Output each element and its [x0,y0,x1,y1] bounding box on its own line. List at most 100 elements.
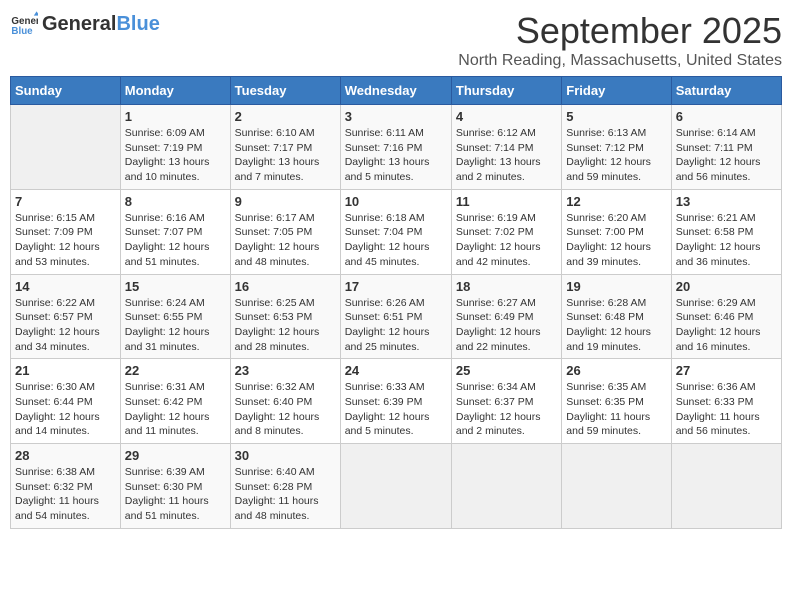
day-info: Sunrise: 6:20 AM Sunset: 7:00 PM Dayligh… [566,211,666,270]
day-info: Sunrise: 6:19 AM Sunset: 7:02 PM Dayligh… [456,211,557,270]
calendar-body: 1 Sunrise: 6:09 AM Sunset: 7:19 PM Daylig… [11,105,782,529]
title-block: September 2025 North Reading, Massachuse… [458,10,782,70]
svg-text:Blue: Blue [11,26,33,37]
day-number: 24 [345,363,447,378]
day-info: Sunrise: 6:22 AM Sunset: 6:57 PM Dayligh… [15,296,116,355]
day-info: Sunrise: 6:09 AM Sunset: 7:19 PM Dayligh… [125,126,226,185]
day-number: 19 [566,279,666,294]
day-info: Sunrise: 6:17 AM Sunset: 7:05 PM Dayligh… [235,211,336,270]
day-info: Sunrise: 6:15 AM Sunset: 7:09 PM Dayligh… [15,211,116,270]
calendar-cell: 29Sunrise: 6:39 AM Sunset: 6:30 PM Dayli… [120,444,230,529]
calendar-cell: 28Sunrise: 6:38 AM Sunset: 6:32 PM Dayli… [11,444,121,529]
logo: General Blue GeneralBlue [10,10,160,38]
day-number: 12 [566,194,666,209]
weekday-header: Wednesday [340,77,451,105]
calendar-cell: 22Sunrise: 6:31 AM Sunset: 6:42 PM Dayli… [120,359,230,444]
day-info: Sunrise: 6:25 AM Sunset: 6:53 PM Dayligh… [235,296,336,355]
calendar-cell: 3Sunrise: 6:11 AM Sunset: 7:16 PM Daylig… [340,105,451,190]
day-number: 29 [125,448,226,463]
calendar-table: SundayMondayTuesdayWednesdayThursdayFrid… [10,76,782,529]
day-number: 11 [456,194,557,209]
day-info: Sunrise: 6:32 AM Sunset: 6:40 PM Dayligh… [235,380,336,439]
day-number: 10 [345,194,447,209]
calendar-cell: 25 Sunrise: 6:34 AM Sunset: 6:37 PM Dayli… [451,359,561,444]
calendar-cell: 12 Sunrise: 6:20 AM Sunset: 7:00 PM Dayli… [562,189,671,274]
day-number: 6 [676,109,777,124]
calendar-cell: 11 Sunrise: 6:19 AM Sunset: 7:02 PM Dayli… [451,189,561,274]
calendar-cell: 23 Sunrise: 6:32 AM Sunset: 6:40 PM Dayli… [230,359,340,444]
day-info: Sunrise: 6:28 AM Sunset: 6:48 PM Dayligh… [566,296,666,355]
day-number: 2 [235,109,336,124]
day-number: 14 [15,279,116,294]
calendar-header: SundayMondayTuesdayWednesdayThursdayFrid… [11,77,782,105]
day-info: Sunrise: 6:36 AM Sunset: 6:33 PM Dayligh… [676,380,777,439]
weekday-row: SundayMondayTuesdayWednesdayThursdayFrid… [11,77,782,105]
weekday-header: Thursday [451,77,561,105]
day-info: Sunrise: 6:18 AM Sunset: 7:04 PM Dayligh… [345,211,447,270]
calendar-cell: 16Sunrise: 6:25 AM Sunset: 6:53 PM Dayli… [230,274,340,359]
day-number: 21 [15,363,116,378]
day-number: 1 [125,109,226,124]
day-info: Sunrise: 6:16 AM Sunset: 7:07 PM Dayligh… [125,211,226,270]
calendar-cell: 18Sunrise: 6:27 AM Sunset: 6:49 PM Dayli… [451,274,561,359]
weekday-header: Saturday [671,77,781,105]
calendar-cell [451,444,561,529]
day-info: Sunrise: 6:14 AM Sunset: 7:11 PM Dayligh… [676,126,777,185]
day-info: Sunrise: 6:10 AM Sunset: 7:17 PM Dayligh… [235,126,336,185]
calendar-cell: 5 Sunrise: 6:13 AM Sunset: 7:12 PM Daylig… [562,105,671,190]
calendar-cell: 1 Sunrise: 6:09 AM Sunset: 7:19 PM Daylig… [120,105,230,190]
location-title: North Reading, Massachusetts, United Sta… [458,52,782,70]
calendar-cell: 19 Sunrise: 6:28 AM Sunset: 6:48 PM Dayli… [562,274,671,359]
calendar-week-row: 28Sunrise: 6:38 AM Sunset: 6:32 PM Dayli… [11,444,782,529]
calendar-cell [11,105,121,190]
calendar-cell [340,444,451,529]
day-number: 3 [345,109,447,124]
calendar-cell: 13 Sunrise: 6:21 AM Sunset: 6:58 PM Dayli… [671,189,781,274]
calendar-cell: 21 Sunrise: 6:30 AM Sunset: 6:44 PM Dayli… [11,359,121,444]
calendar-cell: 4Sunrise: 6:12 AM Sunset: 7:14 PM Daylig… [451,105,561,190]
day-info: Sunrise: 6:13 AM Sunset: 7:12 PM Dayligh… [566,126,666,185]
day-number: 23 [235,363,336,378]
weekday-header: Friday [562,77,671,105]
calendar-cell: 8 Sunrise: 6:16 AM Sunset: 7:07 PM Daylig… [120,189,230,274]
day-info: Sunrise: 6:21 AM Sunset: 6:58 PM Dayligh… [676,211,777,270]
calendar-cell: 2 Sunrise: 6:10 AM Sunset: 7:17 PM Daylig… [230,105,340,190]
logo-icon: General Blue [10,10,38,38]
calendar-cell: 17 Sunrise: 6:26 AM Sunset: 6:51 PM Dayli… [340,274,451,359]
day-info: Sunrise: 6:30 AM Sunset: 6:44 PM Dayligh… [15,380,116,439]
day-info: Sunrise: 6:40 AM Sunset: 6:28 PM Dayligh… [235,465,336,524]
calendar-cell: 9Sunrise: 6:17 AM Sunset: 7:05 PM Daylig… [230,189,340,274]
day-number: 25 [456,363,557,378]
calendar-cell: 6 Sunrise: 6:14 AM Sunset: 7:11 PM Daylig… [671,105,781,190]
month-title: September 2025 [458,10,782,52]
day-number: 22 [125,363,226,378]
calendar-cell: 10 Sunrise: 6:18 AM Sunset: 7:04 PM Dayli… [340,189,451,274]
day-info: Sunrise: 6:33 AM Sunset: 6:39 PM Dayligh… [345,380,447,439]
day-number: 17 [345,279,447,294]
day-info: Sunrise: 6:26 AM Sunset: 6:51 PM Dayligh… [345,296,447,355]
calendar-cell: 27 Sunrise: 6:36 AM Sunset: 6:33 PM Dayli… [671,359,781,444]
weekday-header: Monday [120,77,230,105]
calendar-week-row: 7 Sunrise: 6:15 AM Sunset: 7:09 PM Daylig… [11,189,782,274]
day-number: 5 [566,109,666,124]
day-number: 28 [15,448,116,463]
calendar-cell: 15Sunrise: 6:24 AM Sunset: 6:55 PM Dayli… [120,274,230,359]
calendar-cell: 30Sunrise: 6:40 AM Sunset: 6:28 PM Dayli… [230,444,340,529]
day-number: 20 [676,279,777,294]
day-number: 27 [676,363,777,378]
calendar-week-row: 1 Sunrise: 6:09 AM Sunset: 7:19 PM Daylig… [11,105,782,190]
day-number: 8 [125,194,226,209]
calendar-cell: 7 Sunrise: 6:15 AM Sunset: 7:09 PM Daylig… [11,189,121,274]
calendar-week-row: 21 Sunrise: 6:30 AM Sunset: 6:44 PM Dayli… [11,359,782,444]
day-number: 13 [676,194,777,209]
day-number: 15 [125,279,226,294]
weekday-header: Tuesday [230,77,340,105]
day-number: 7 [15,194,116,209]
day-number: 4 [456,109,557,124]
calendar-week-row: 14 Sunrise: 6:22 AM Sunset: 6:57 PM Dayli… [11,274,782,359]
day-info: Sunrise: 6:27 AM Sunset: 6:49 PM Dayligh… [456,296,557,355]
calendar-cell [671,444,781,529]
day-info: Sunrise: 6:34 AM Sunset: 6:37 PM Dayligh… [456,380,557,439]
day-number: 26 [566,363,666,378]
header: General Blue GeneralBlue September 2025 … [10,10,782,70]
